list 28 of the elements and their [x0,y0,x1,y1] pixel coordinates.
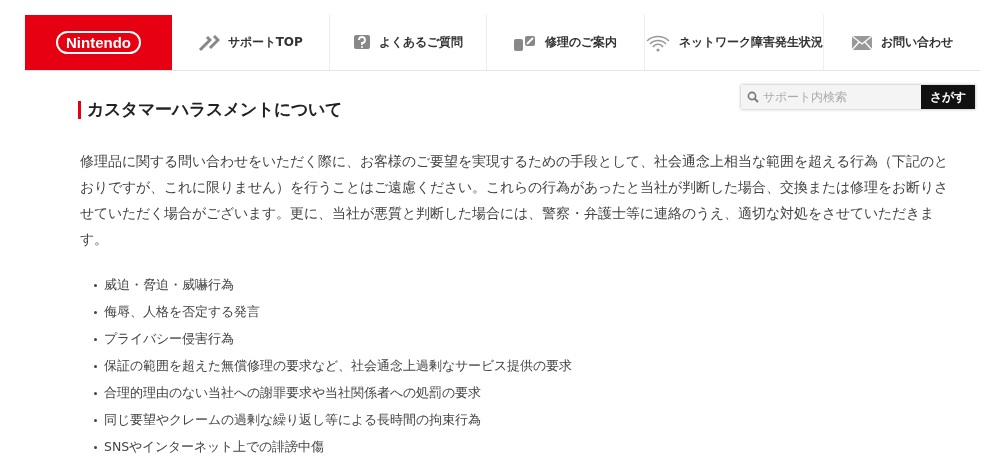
nav-link[interactable]: ネットワーク障害発生状況 [644,15,824,70]
list-item: 合理的理由のない当社への謝罪要求や当社関係者への処罰の要求 [104,385,481,402]
list-item: 威迫・脅迫・威嚇行為 [104,277,234,294]
bullet-icon [94,338,97,341]
bullet-icon [94,365,97,368]
search-field[interactable]: サポート内検索 [741,85,921,109]
list-item: 侮辱、人格を否定する発言 [104,304,260,321]
search-button[interactable]: さがす [921,85,975,109]
question-icon [352,33,371,52]
intro-paragraph: 修理品に関する問い合わせをいただく際に、お客様のご要望を実現するための手段として、社会通念上相当な範囲を超える行為（下記のとおりですが、これに限りません）を行うことはご遠慮ください。これらの行為があったと当社が判断した場合、交換または修理をお断りさせていただく場合がございます。更に、当社が悪質と判断した場合には、警察・弁護士等に連絡のうえ、適切な対処をさせていただきます。 [80,152,948,249]
bullet-icon [94,419,97,422]
nav-link[interactable]: サポートTOP [172,15,330,70]
bullet-icon [94,446,97,449]
nav-link[interactable]: 修理のご案内 [487,15,645,70]
title-accent-bar [78,100,81,119]
nav-link[interactable]: お問い合わせ [823,15,980,70]
wifi-icon [644,33,671,52]
bullet-icon [94,392,97,395]
bullet-icon [94,284,97,287]
mail-icon [850,34,873,51]
list-item: 保証の範囲を超えた無償修理の要求など、社会通念上過剰なサービス提供の要求 [104,358,572,375]
list-item: SNSやインターネット上での誹謗中傷 [104,439,325,456]
bullet-icon [94,311,97,314]
page-title: カスタマーハラスメントについて [87,98,342,121]
list-item: 同じ要望やクレームの過剰な繰り返し等による長時間の拘束行為 [104,412,481,429]
list-item: プライバシー侵害行為 [104,331,234,348]
nav-link[interactable]: よくあるご質問 [329,15,487,70]
nintendo-logo[interactable]: Nintendo [56,31,141,54]
